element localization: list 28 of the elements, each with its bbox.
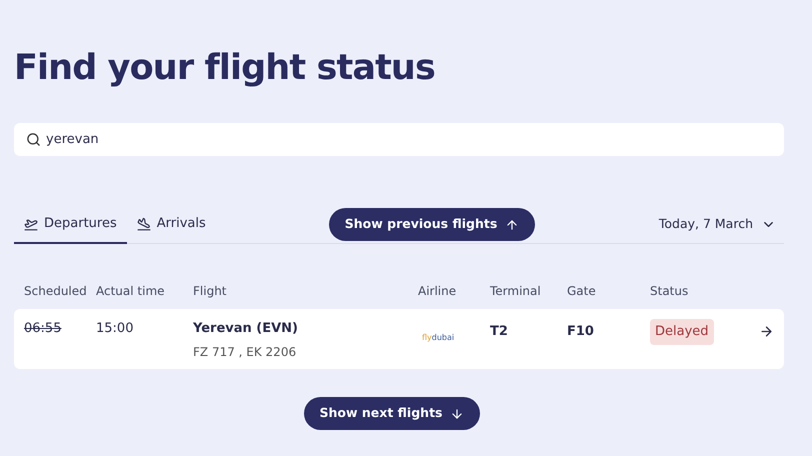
arrow-right-icon (759, 324, 774, 339)
arrow-up-icon (505, 218, 520, 232)
column-header: Flight (193, 284, 226, 298)
actual-time: 15:00 (96, 321, 134, 336)
flight-destination: Yerevan (EVN) (193, 320, 298, 338)
flight-numbers: FZ 717 , EK 2206 (193, 344, 296, 360)
plane-takeoff-icon (24, 217, 38, 231)
column-header: Terminal (490, 284, 541, 298)
scheduled-time: 06:55 (24, 321, 62, 336)
column-header: Airline (418, 284, 456, 298)
gate: F10 (567, 324, 594, 339)
plane-landing-icon (136, 217, 151, 231)
column-header: Status (650, 284, 688, 298)
column-header: Actual time (96, 284, 165, 298)
tab[interactable]: Arrivals (126, 206, 216, 244)
status-badge: Delayed (650, 319, 714, 344)
search-field[interactable]: yerevan (14, 123, 784, 156)
column-header: Scheduled (24, 284, 87, 298)
show-next-button[interactable]: Show next flights (304, 397, 480, 430)
show-previous-button[interactable]: Show previous flights (328, 208, 536, 241)
search-icon (26, 132, 41, 147)
tab[interactable]: Departures (14, 206, 127, 244)
date-picker[interactable]: Today, 7 March (658, 215, 776, 234)
column-header: Gate (567, 284, 596, 298)
terminal: T2 (490, 324, 508, 339)
flight-row[interactable]: 06:55 15:00 Yerevan (EVN) FZ 717 , EK 2206 flydubai T2 F10 Delayed (14, 309, 784, 369)
airline-logo: flydubai (421, 333, 454, 342)
page-title: Find your flight status (14, 47, 436, 90)
